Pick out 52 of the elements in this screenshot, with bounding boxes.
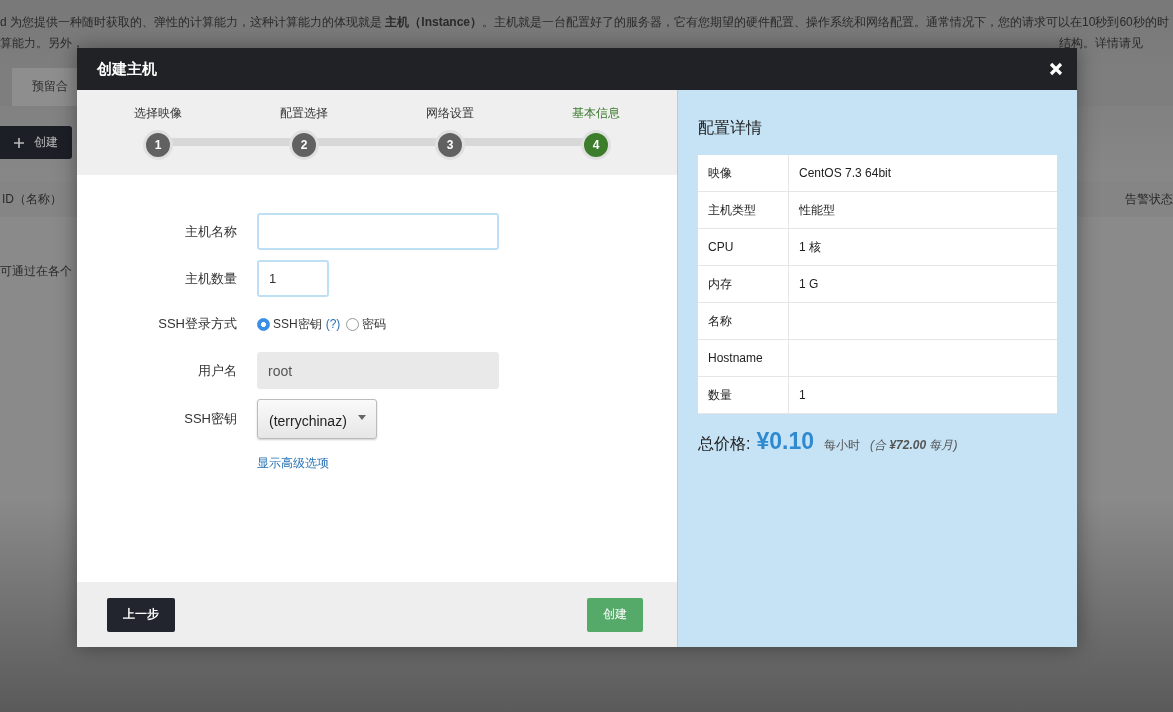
table-cell: 1: [788, 376, 1057, 414]
table-cell: Hostname: [698, 339, 789, 377]
step-label: 选择映像: [134, 105, 182, 122]
plus-icon: [14, 137, 24, 148]
empty-hint: 可通过在各个: [0, 263, 72, 280]
field-label: 主机名称: [184, 222, 237, 241]
field-label: 用户名: [197, 361, 237, 380]
caret-icon: [358, 414, 366, 420]
table-cell: 1 G: [788, 265, 1057, 303]
step-label: 网络设置: [426, 105, 474, 122]
radio-label[interactable]: SSH密钥: [273, 315, 322, 333]
table-cell: CentOS 7.3 64bit: [788, 155, 1057, 192]
create-button[interactable]: 创建: [0, 126, 72, 159]
intro-text: d 为您提供一种随时获取的、弹性的计算能力，这种计算能力的体现就是 主机（Instance）。主机就是一台配置好了的服务器，它有您期望的硬件配置、操作系统和网络配置。通常情况下，您的请求可以在10秒到60秒的时: [0, 14, 1170, 31]
host-name-field[interactable]: [257, 213, 499, 250]
advanced-options-link[interactable]: 显示高级选项: [257, 455, 329, 472]
table-cell: 内存: [698, 265, 789, 303]
step-label: 配置选择: [280, 105, 328, 122]
panel-title: 配置详情: [698, 118, 763, 138]
price-unit: 每小时: [824, 437, 860, 454]
intro-text: 结构。详情请见: [1059, 35, 1143, 52]
ssh-key-dropdown[interactable]: (terrychinaz): [257, 399, 377, 439]
column-header: ID（名称）: [2, 190, 62, 208]
step-number[interactable]: 1: [143, 130, 173, 160]
host-count-field[interactable]: 1: [257, 260, 329, 297]
step-number[interactable]: 3: [435, 130, 465, 160]
price-value: ¥0.10: [756, 428, 814, 455]
monthly-price: (合 ¥72.00 每月): [870, 437, 958, 454]
dialog-title: 创建主机: [97, 59, 157, 79]
price-label: 总价格:: [698, 434, 751, 454]
step-number[interactable]: 4: [581, 130, 611, 160]
table-cell: 数量: [698, 376, 789, 414]
intro-text: 算能力。另外，: [0, 35, 84, 52]
back-button[interactable]: 上一步: [107, 597, 175, 632]
table-cell: 映像: [698, 155, 789, 192]
step-number[interactable]: 2: [289, 130, 319, 160]
radio-label[interactable]: 密码: [362, 315, 387, 333]
column-header: 告警状态: [1125, 190, 1173, 208]
field-label: SSH登录方式: [157, 315, 237, 333]
field-label: 主机数量: [184, 269, 237, 288]
field-label: SSH密钥: [183, 410, 237, 428]
table-cell: 主机类型: [698, 191, 789, 229]
username-field[interactable]: root: [257, 352, 499, 389]
radio-button[interactable]: [346, 317, 360, 331]
step-label: 基本信息: [572, 105, 620, 122]
table-cell: 名称: [698, 302, 789, 340]
help-link[interactable]: (?): [325, 317, 341, 331]
table-cell: 1 核: [788, 228, 1057, 266]
close-icon[interactable]: [1049, 62, 1063, 76]
radio-button[interactable]: [257, 317, 270, 331]
table-cell: 性能型: [788, 191, 1057, 229]
table-cell: CPU: [698, 228, 789, 266]
